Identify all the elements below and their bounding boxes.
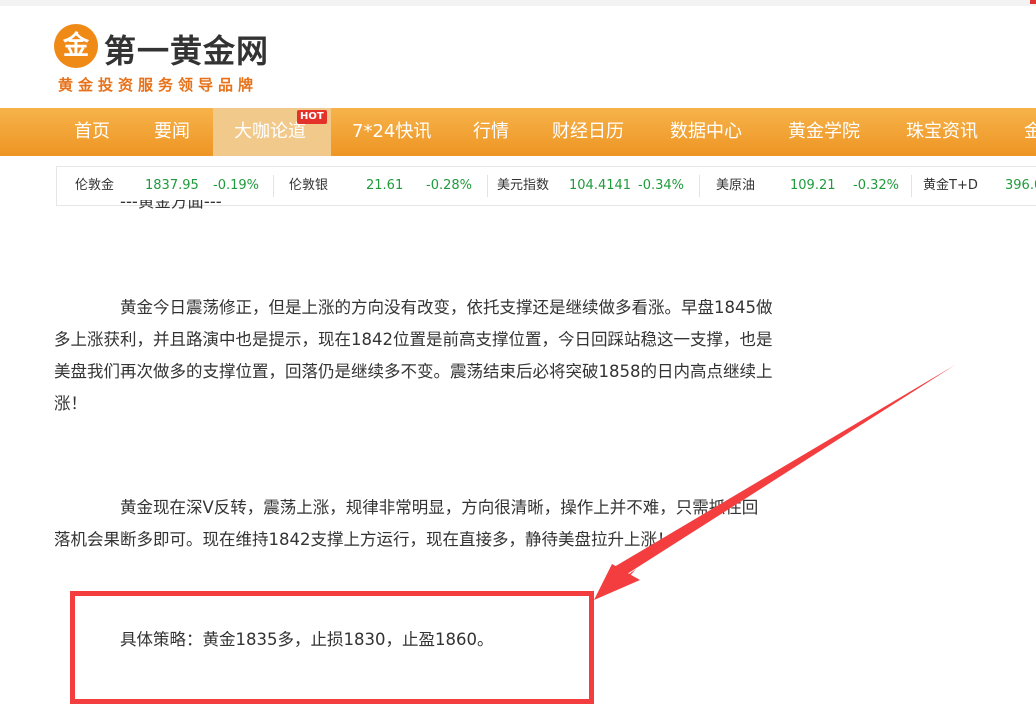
annotation-arrow-icon <box>594 365 955 600</box>
